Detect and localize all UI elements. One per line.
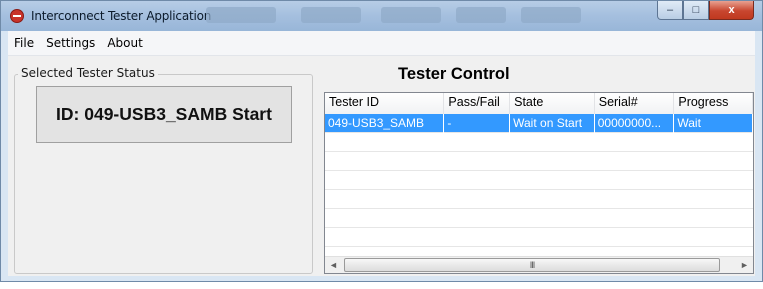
empty-row bbox=[325, 152, 753, 171]
scroll-thumb[interactable]: III bbox=[344, 258, 720, 272]
menu-about[interactable]: About bbox=[101, 36, 148, 50]
title-bar[interactable]: Interconnect Tester Application – □ x bbox=[1, 1, 762, 31]
column-header-progress[interactable]: Progress bbox=[674, 93, 753, 114]
cell-progress: Wait bbox=[674, 114, 753, 133]
background-taskbar-blur bbox=[521, 7, 581, 23]
empty-row bbox=[325, 171, 753, 190]
background-taskbar-blur bbox=[381, 7, 441, 23]
menu-file[interactable]: File bbox=[8, 36, 40, 50]
column-header-tester-id[interactable]: Tester ID bbox=[325, 93, 445, 114]
maximize-button[interactable]: □ bbox=[683, 1, 709, 20]
scroll-left-icon[interactable]: ◄ bbox=[325, 257, 342, 273]
empty-row bbox=[325, 228, 753, 247]
tester-grid[interactable]: Tester ID Pass/Fail State Serial# Progre… bbox=[324, 92, 754, 274]
column-header-pass-fail[interactable]: Pass/Fail bbox=[444, 93, 511, 114]
close-button[interactable]: x bbox=[709, 1, 754, 20]
scroll-right-icon[interactable]: ► bbox=[736, 257, 753, 273]
column-header-serial[interactable]: Serial# bbox=[595, 93, 675, 114]
table-row[interactable]: 049-USB3_SAMB - Wait on Start 00000000..… bbox=[325, 114, 753, 133]
empty-row bbox=[325, 190, 753, 209]
cell-serial: 00000000... bbox=[595, 114, 675, 133]
client-area: Selected Tester Status ID: 049-USB3_SAMB… bbox=[8, 56, 755, 276]
window-controls: – □ x bbox=[657, 1, 754, 21]
background-taskbar-blur bbox=[206, 7, 276, 23]
column-header-state[interactable]: State bbox=[510, 93, 595, 114]
menu-settings[interactable]: Settings bbox=[40, 36, 101, 50]
grid-header: Tester ID Pass/Fail State Serial# Progre… bbox=[325, 93, 753, 115]
app-window: Interconnect Tester Application – □ x Fi… bbox=[0, 0, 763, 282]
cell-state: Wait on Start bbox=[510, 114, 595, 133]
background-taskbar-blur bbox=[456, 7, 506, 23]
window-title: Interconnect Tester Application bbox=[31, 9, 212, 23]
tester-control-title: Tester Control bbox=[398, 65, 510, 83]
minimize-button[interactable]: – bbox=[657, 1, 683, 20]
background-taskbar-blur bbox=[301, 7, 361, 23]
tester-status-display: ID: 049-USB3_SAMB Start bbox=[36, 86, 292, 143]
app-icon bbox=[10, 9, 24, 23]
empty-row bbox=[325, 133, 753, 152]
tester-status-group-label: Selected Tester Status bbox=[18, 66, 158, 80]
horizontal-scrollbar[interactable]: ◄ III ► bbox=[325, 256, 753, 273]
cell-pass-fail: - bbox=[444, 114, 511, 133]
empty-row bbox=[325, 209, 753, 228]
menu-bar: File Settings About bbox=[8, 31, 755, 56]
cell-tester-id: 049-USB3_SAMB bbox=[325, 114, 445, 133]
